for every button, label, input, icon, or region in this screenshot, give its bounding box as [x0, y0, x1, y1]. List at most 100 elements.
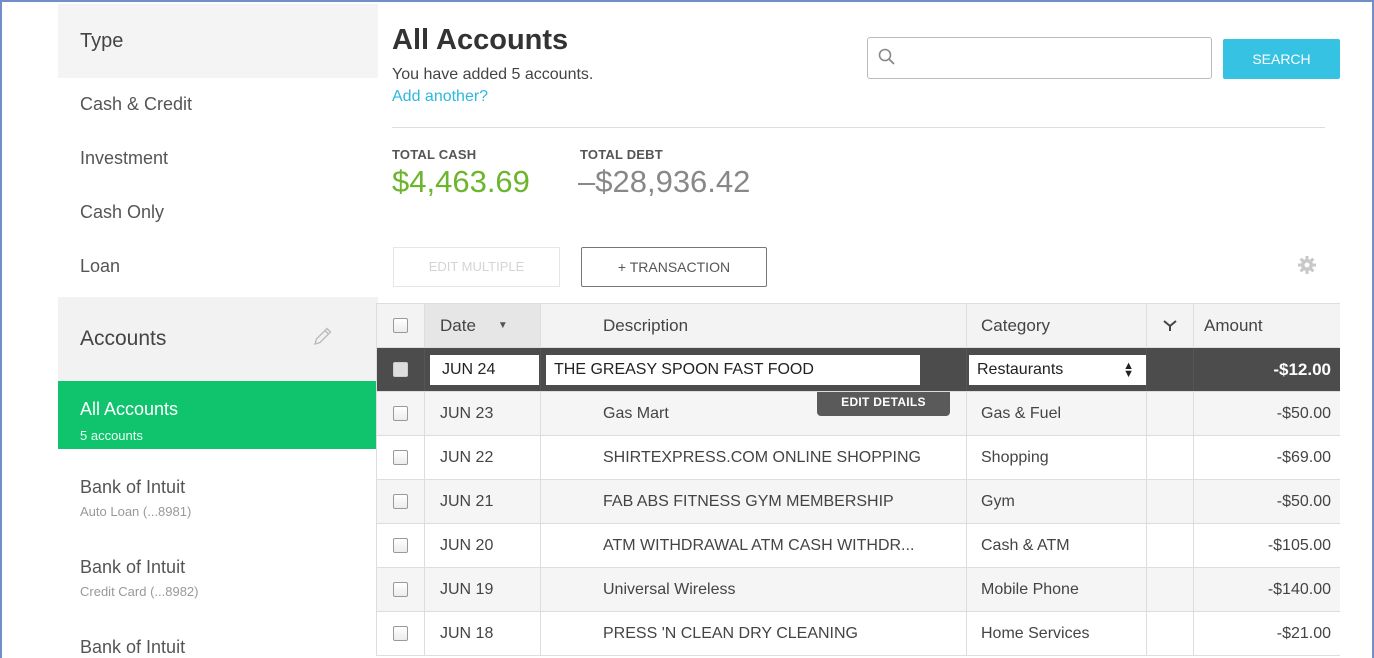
amount-cell: -$50.00 [1193, 392, 1341, 435]
date-edit-field[interactable]: JUN 24 [430, 354, 539, 385]
table-row[interactable]: JUN 19 Universal Wireless Mobile Phone -… [377, 568, 1340, 612]
amount-cell: -$21.00 [1193, 612, 1341, 655]
row-check-cell [377, 612, 424, 655]
row-check-cell [377, 348, 424, 391]
accounts-heading-label: Accounts [80, 327, 167, 350]
account-sub: Credit Card (...8982) [80, 584, 199, 599]
filter-cell [1146, 568, 1193, 611]
row-checkbox[interactable] [393, 626, 408, 641]
table-row[interactable]: JUN 20 ATM WITHDRAWAL ATM CASH WITHDR...… [377, 524, 1340, 568]
add-transaction-button[interactable]: + TRANSACTION [581, 247, 767, 287]
select-all-cell [377, 304, 424, 347]
type-item-loan[interactable]: Loan [58, 240, 378, 294]
row-checkbox[interactable] [393, 450, 408, 465]
search-icon [878, 48, 895, 65]
date-cell: JUN 19 [424, 568, 540, 611]
account-item-third[interactable]: Bank of Intuit [58, 609, 378, 658]
accounts-heading: Accounts [58, 297, 378, 381]
row-checkbox[interactable] [393, 494, 408, 509]
amount-column-header[interactable]: Amount [1193, 304, 1341, 347]
add-account-link[interactable]: Add another? [392, 88, 488, 106]
type-item-cash-only[interactable]: Cash Only [58, 186, 378, 240]
total-cash-value: $4,463.69 [392, 164, 530, 199]
account-name: Bank of Intuit [80, 477, 186, 497]
app-frame: Type Cash & Credit Investment Cash Only … [0, 0, 1374, 658]
row-check-cell [377, 392, 424, 435]
amount-cell: -$50.00 [1193, 480, 1341, 523]
date-cell: JUN 18 [424, 612, 540, 655]
filter-cell [1146, 524, 1193, 567]
category-column-header[interactable]: Category [966, 304, 1146, 347]
transactions-table: Date ▼ Description Category Amount JUN 24… [376, 303, 1340, 656]
category-cell: Shopping [966, 436, 1146, 479]
date-cell: JUN 21 [424, 480, 540, 523]
account-item-credit-card[interactable]: Bank of Intuit Credit Card (...8982) [58, 529, 378, 609]
account-name: Bank of Intuit [80, 557, 186, 577]
amount-cell: -$12.00 [1193, 348, 1341, 391]
category-select-value: Restaurants [977, 360, 1064, 378]
row-check-cell [377, 524, 424, 567]
filter-cell [1146, 480, 1193, 523]
amount-cell: -$140.00 [1193, 568, 1341, 611]
filter-cell [1146, 348, 1193, 391]
row-check-cell [377, 480, 424, 523]
description-column-header[interactable]: Description [540, 304, 966, 347]
amount-value: -$12.00 [1273, 359, 1331, 379]
date-column-header[interactable]: Date ▼ [424, 304, 540, 347]
date-cell: JUN 20 [424, 524, 540, 567]
type-item-cash-credit[interactable]: Cash & Credit [58, 78, 378, 132]
account-item-all[interactable]: All Accounts 5 accounts [58, 381, 378, 449]
category-cell: Cash & ATM [966, 524, 1146, 567]
row-checkbox[interactable] [393, 582, 408, 597]
accounts-count-text: You have added 5 accounts. [392, 66, 594, 83]
table-row[interactable]: JUN 18 PRESS 'N CLEAN DRY CLEANING Home … [377, 612, 1340, 656]
category-cell: Mobile Phone [966, 568, 1146, 611]
pencil-icon[interactable] [312, 325, 334, 347]
account-sub: 5 accounts [80, 428, 143, 443]
category-cell: Gas & Fuel [966, 392, 1146, 435]
filter-icon[interactable] [1163, 319, 1177, 332]
total-debt-value: –$28,936.42 [578, 164, 751, 199]
table-row-selected[interactable]: JUN 24 THE GREASY SPOON FAST FOOD Restau… [377, 348, 1340, 392]
filter-cell [1146, 392, 1193, 435]
total-cash-label: TOTAL CASH [392, 147, 477, 162]
row-checkbox[interactable] [393, 538, 408, 553]
search-input[interactable] [867, 37, 1212, 79]
search-button[interactable]: SEARCH [1223, 39, 1340, 79]
account-name: All Accounts [80, 399, 179, 419]
description-edit-field[interactable]: THE GREASY SPOON FAST FOOD [546, 354, 920, 385]
select-all-checkbox[interactable] [393, 318, 408, 333]
description-cell: ATM WITHDRAWAL ATM CASH WITHDR... [540, 524, 966, 567]
type-list: Cash & Credit Investment Cash Only Loan [58, 78, 378, 294]
row-checkbox[interactable] [393, 362, 408, 377]
row-checkbox[interactable] [393, 406, 408, 421]
edit-multiple-button[interactable]: EDIT MULTIPLE [393, 247, 560, 287]
category-cell: Home Services [966, 612, 1146, 655]
account-name: Bank of Intuit [80, 637, 186, 657]
page-title: All Accounts [392, 24, 569, 56]
sort-down-icon: ▼ [497, 320, 508, 331]
table-row[interactable]: JUN 22 SHIRTEXPRESS.COM ONLINE SHOPPING … [377, 436, 1340, 480]
amount-cell: -$105.00 [1193, 524, 1341, 567]
description-cell: THE GREASY SPOON FAST FOOD [540, 348, 966, 391]
date-cell: JUN 22 [424, 436, 540, 479]
filter-cell [1146, 612, 1193, 655]
description-cell: Universal Wireless [540, 568, 966, 611]
divider [392, 127, 1325, 128]
date-header-label: Date [440, 315, 476, 335]
account-sub: Auto Loan (...8981) [80, 504, 192, 519]
category-cell: Gym [966, 480, 1146, 523]
gear-icon[interactable] [1296, 254, 1318, 276]
category-cell: Restaurants ▲ ▼ [966, 348, 1146, 391]
sidebar: Type Cash & Credit Investment Cash Only … [58, 4, 378, 658]
category-select[interactable]: Restaurants ▲ ▼ [969, 354, 1146, 385]
account-item-auto-loan[interactable]: Bank of Intuit Auto Loan (...8981) [58, 449, 378, 529]
table-row[interactable]: JUN 21 FAB ABS FITNESS GYM MEMBERSHIP Gy… [377, 480, 1340, 524]
filter-cell [1146, 436, 1193, 479]
amount-cell: -$69.00 [1193, 436, 1341, 479]
date-cell: JUN 23 [424, 392, 540, 435]
main-content: All Accounts You have added 5 accounts. … [376, 4, 1372, 658]
edit-details-button[interactable]: EDIT DETAILS [817, 392, 950, 416]
type-item-investment[interactable]: Investment [58, 132, 378, 186]
total-debt-label: TOTAL DEBT [580, 147, 663, 162]
